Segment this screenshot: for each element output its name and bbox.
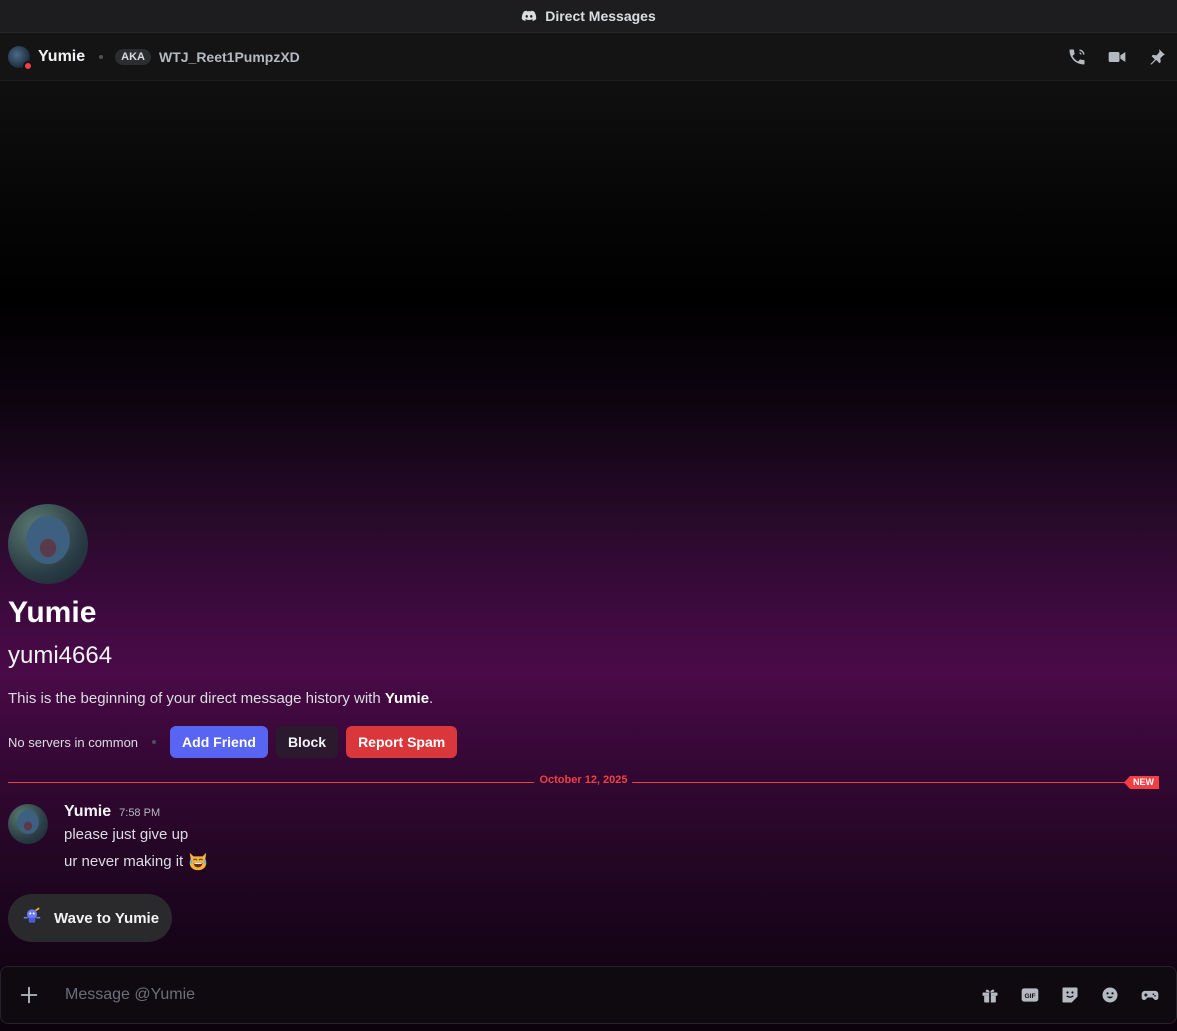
composer-tools: GIF xyxy=(980,985,1176,1005)
discord-logo-icon xyxy=(521,8,537,24)
wave-button-label: Wave to Yumie xyxy=(54,909,160,927)
profile-display-name: Yumie xyxy=(8,596,97,629)
dm-beginning-name: Yumie xyxy=(384,690,430,707)
add-friend-button[interactable]: Add Friend xyxy=(170,726,268,758)
profile-avatar[interactable] xyxy=(8,504,88,584)
video-icon[interactable] xyxy=(1107,47,1127,67)
message-header: Yumie 7:58 PM xyxy=(64,803,160,821)
dm-beginning-prefix: This is the beginning of your direct mes… xyxy=(8,690,385,707)
report-spam-button[interactable]: Report Spam xyxy=(346,726,458,758)
add-attachment-icon[interactable] xyxy=(1,967,57,1023)
header-username[interactable]: Yumie xyxy=(38,48,85,66)
new-messages-divider: October 12, 2025 NEW xyxy=(8,774,1159,790)
aka-badge: AKA xyxy=(115,48,151,65)
message-text: please just give up xyxy=(64,826,189,843)
window-titlebar: Direct Messages xyxy=(0,0,1177,33)
message-text: ur never making it xyxy=(64,852,184,870)
aka-name: WTJ_Reet1PumpzXD xyxy=(158,48,300,65)
intro-actions: No servers in common Add Friend Block Re… xyxy=(8,726,465,758)
divider-date: October 12, 2025 xyxy=(8,774,1159,786)
gift-icon[interactable] xyxy=(980,985,1000,1005)
gif-icon[interactable]: GIF xyxy=(1020,985,1040,1005)
emoji-icon[interactable] xyxy=(1100,985,1120,1005)
header-actions xyxy=(1067,47,1169,67)
divider-date-text: October 12, 2025 xyxy=(539,774,628,786)
call-icon[interactable] xyxy=(1067,47,1087,67)
message-input[interactable] xyxy=(65,986,980,1004)
activity-icon[interactable] xyxy=(1140,985,1160,1005)
dm-header: Yumie AKA WTJ_Reet1PumpzXD xyxy=(0,33,1177,81)
window-title: Direct Messages xyxy=(545,8,656,24)
block-button[interactable]: Block xyxy=(275,726,339,758)
svg-text:GIF: GIF xyxy=(1024,993,1035,1000)
message-avatar[interactable] xyxy=(8,804,48,844)
avatar[interactable] xyxy=(8,45,33,71)
sticker-icon[interactable] xyxy=(1060,985,1080,1005)
message-text-line-2: ur never making it xyxy=(64,850,209,872)
new-badge: NEW xyxy=(1124,776,1159,789)
joy-cat-emoji-icon[interactable] xyxy=(187,850,209,872)
separator-dot xyxy=(152,740,157,744)
mutual-servers-text: No servers in common xyxy=(8,734,139,750)
message-author[interactable]: Yumie xyxy=(64,803,111,821)
dnd-status-icon xyxy=(23,60,33,71)
wave-button[interactable]: Wave to Yumie xyxy=(8,894,172,942)
message-timestamp: 7:58 PM xyxy=(119,807,161,819)
separator-dot xyxy=(99,54,104,59)
profile-username: yumi4664 xyxy=(8,642,113,669)
pin-icon[interactable] xyxy=(1147,47,1167,67)
wumpus-wave-icon xyxy=(22,906,42,931)
divider-line-right xyxy=(632,782,1132,783)
dm-beginning-text: This is the beginning of your direct mes… xyxy=(8,690,433,707)
message-composer: GIF xyxy=(0,966,1177,1024)
dm-beginning-suffix: . xyxy=(429,690,434,707)
